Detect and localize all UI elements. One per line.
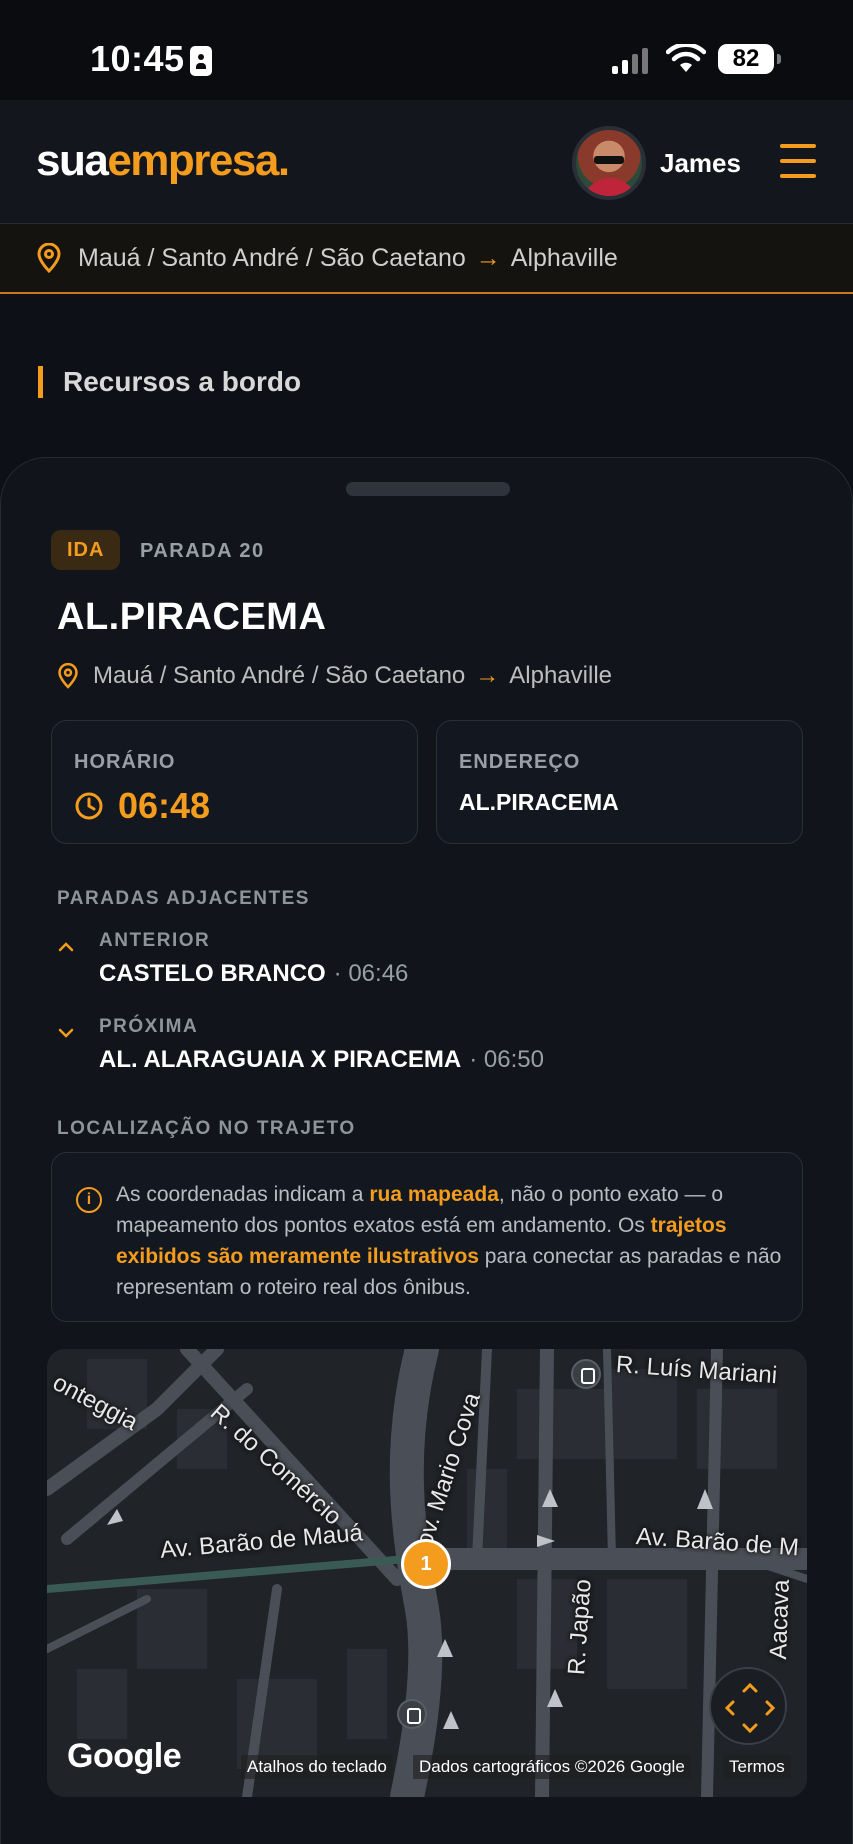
adjacent-stops-heading: PARADAS ADJACENTES xyxy=(57,888,310,909)
map-data-attribution: Dados cartográficos ©2026 Google xyxy=(413,1755,691,1779)
cellular-signal-icon xyxy=(612,46,648,74)
status-bar: 10:45 82 xyxy=(0,0,853,100)
next-stop-name: AL. ALARAGUAIA X PIRACEMA xyxy=(99,1046,462,1073)
time-card: HORÁRIO 06:48 xyxy=(51,720,418,844)
address-label: ENDEREÇO xyxy=(459,751,581,773)
stop-detail-sheet: IDA PARADA 20 AL.PIRACEMA Mauá / Santo A… xyxy=(0,457,853,1844)
location-pin-icon xyxy=(37,243,61,273)
terms-link[interactable]: Termos xyxy=(723,1755,791,1779)
next-label: PRÓXIMA xyxy=(99,1016,199,1037)
clock-icon xyxy=(75,792,103,820)
street-label: Aacava xyxy=(765,1578,795,1660)
location-heading: LOCALIZAÇÃO NO TRAJETO xyxy=(57,1118,356,1139)
previous-stop-name: CASTELO BRANCO xyxy=(99,960,326,987)
avatar[interactable] xyxy=(572,126,646,200)
notice-text: As coordenadas indicam a rua mapeada, nã… xyxy=(116,1183,782,1299)
info-icon: i xyxy=(76,1187,102,1213)
previous-label: ANTERIOR xyxy=(99,930,211,951)
stop-number: PARADA 20 xyxy=(140,540,265,562)
location-pin-icon xyxy=(58,663,78,689)
keyboard-shortcuts-link[interactable]: Atalhos do teclado xyxy=(241,1755,393,1779)
route-strip: Mauá / Santo André / São Caetano → Alphavi… xyxy=(0,224,853,294)
next-stop-time: · 06:50 xyxy=(469,1046,544,1073)
time-label: HORÁRIO xyxy=(74,751,176,773)
route-map[interactable]: onteggia R. do Comércio Gov. Mario Cova … xyxy=(47,1349,807,1797)
app-header: suaempresa. James xyxy=(0,100,853,224)
status-time: 10:45 xyxy=(90,38,185,79)
recenter-icon[interactable] xyxy=(709,1667,787,1745)
time-value: 06:48 xyxy=(118,785,211,826)
direction-badge: IDA xyxy=(51,530,121,570)
bus-stop-icon[interactable] xyxy=(397,1699,427,1729)
google-logo: Google xyxy=(67,1737,182,1775)
sheet-drag-handle[interactable] xyxy=(346,482,510,496)
address-value: AL.PIRACEMA xyxy=(459,789,619,815)
contact-card-icon xyxy=(190,46,212,76)
location-notice: i As coordenadas indicam a rua mapeada, … xyxy=(51,1152,803,1322)
bus-stop-icon[interactable] xyxy=(571,1359,601,1389)
hamburger-menu-icon[interactable] xyxy=(780,144,816,178)
stop-marker[interactable]: 1 xyxy=(401,1539,451,1589)
user-name[interactable]: James xyxy=(660,148,741,179)
battery-indicator: 82 xyxy=(718,44,781,74)
address-card: ENDEREÇO AL.PIRACEMA xyxy=(436,720,803,844)
wifi-icon xyxy=(666,44,706,72)
route-strip-text: Mauá / Santo André / São Caetano → Alphavi… xyxy=(78,243,618,272)
stop-name: AL.PIRACEMA xyxy=(57,596,327,638)
chevron-down-icon xyxy=(58,1028,74,1038)
section-title: Recursos a bordo xyxy=(38,366,301,398)
company-logo[interactable]: suaempresa. xyxy=(36,136,290,186)
previous-stop-time: · 06:46 xyxy=(333,960,409,987)
stop-route: Mauá / Santo André / São Caetano → Alphavi… xyxy=(57,662,612,690)
chevron-up-icon xyxy=(58,942,74,952)
